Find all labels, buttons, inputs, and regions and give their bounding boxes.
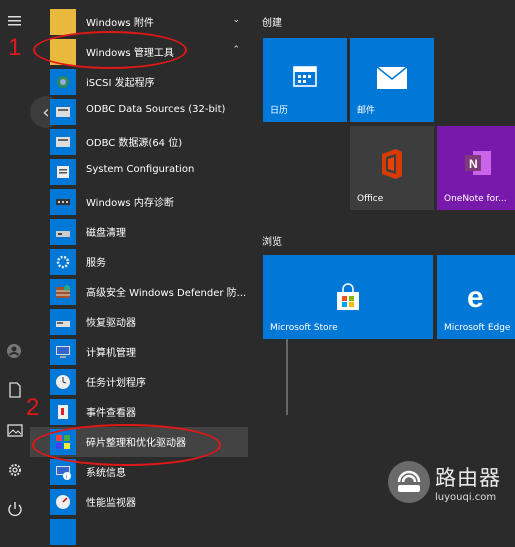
app-icon (50, 519, 76, 545)
tile-mail[interactable]: 邮件 (350, 38, 434, 122)
system-config-icon (50, 159, 76, 185)
app-item[interactable]: iSCSI 发起程序 (30, 67, 248, 97)
performance-monitor-icon (50, 489, 76, 515)
app-label: 计算机管理 (86, 348, 136, 359)
mail-icon (376, 66, 408, 89)
annotation-circle (32, 424, 221, 466)
app-item[interactable]: 任务计划程序 (30, 367, 248, 397)
app-item[interactable]: 性能监视器 (30, 487, 248, 517)
app-label: 性能监视器 (86, 498, 136, 509)
app-label: iSCSI 发起程序 (86, 78, 155, 89)
tile-label: 邮件 (357, 106, 376, 116)
app-item[interactable]: Windows 内存诊断 (30, 187, 248, 217)
store-icon (337, 283, 359, 310)
app-label: Windows 内存诊断 (86, 198, 174, 209)
tile-office[interactable]: Office (350, 126, 434, 210)
app-item[interactable]: System Configuration (30, 157, 248, 187)
calendar-icon (293, 66, 317, 87)
watermark-title: 路由器 (435, 465, 501, 490)
picture-icon[interactable] (6, 421, 24, 439)
chevron-down-icon[interactable]: ⌄ (232, 15, 240, 25)
group-label-create: 创建 (262, 18, 282, 29)
hamburger-icon[interactable] (6, 12, 24, 30)
app-label: 服务 (86, 258, 106, 269)
app-item[interactable]: 服务 (30, 247, 248, 277)
app-label: System Configuration (86, 164, 195, 175)
chevron-up-icon[interactable]: ⌃ (232, 45, 240, 55)
app-label: 系统信息 (86, 468, 126, 479)
user-icon[interactable] (6, 342, 24, 360)
folder-icon (50, 9, 76, 35)
event-viewer-icon (50, 399, 76, 425)
odbc-icon (50, 129, 76, 155)
disk-cleanup-icon (50, 219, 76, 245)
app-label: 高级安全 Windows Defender 防... (86, 288, 247, 299)
app-item[interactable]: ODBC Data Sources (32-bit) (30, 97, 248, 127)
settings-icon[interactable] (6, 461, 24, 479)
office-icon (382, 149, 402, 179)
router-logo-icon (388, 461, 430, 503)
iscsi-icon (50, 69, 76, 95)
tile-calendar[interactable]: 日历 (263, 38, 347, 122)
app-label: Windows 附件 (86, 18, 154, 29)
left-rail (0, 0, 30, 522)
system-info-icon: i (50, 459, 76, 485)
tile-label: Office (357, 194, 384, 204)
onenote-icon: N (465, 151, 491, 175)
task-scheduler-icon (50, 369, 76, 395)
memory-diagnostic-icon (50, 189, 76, 215)
tile-onenote[interactable]: N OneNote for... (437, 126, 515, 210)
app-label: ODBC 数据源(64 位) (86, 138, 183, 149)
app-item[interactable]: 高级安全 Windows Defender 防... (30, 277, 248, 307)
tile-label: Microsoft Edge (444, 323, 511, 333)
svg-text:e: e (467, 281, 484, 311)
computer-management-icon (50, 339, 76, 365)
tile-label: 日历 (270, 106, 289, 116)
app-label: 磁盘清理 (86, 228, 126, 239)
app-label: 恢复驱动器 (86, 318, 136, 329)
tile-label: Microsoft Store (270, 323, 338, 333)
recovery-drive-icon (50, 309, 76, 335)
tile-store[interactable]: Microsoft Store (263, 255, 433, 339)
edge-icon: e (467, 281, 484, 311)
app-item[interactable]: 恢复驱动器 (30, 307, 248, 337)
watermark: 路由器 luyouqi.com (387, 460, 501, 504)
app-item[interactable]: 磁盘清理 (30, 217, 248, 247)
services-icon (50, 249, 76, 275)
annotation-circle (33, 31, 187, 69)
tile-label: OneNote for... (444, 194, 507, 204)
app-item[interactable]: 事件查看器 (30, 397, 248, 427)
app-item[interactable]: ODBC 数据源(64 位) (30, 127, 248, 157)
app-label: 事件查看器 (86, 408, 136, 419)
group-label-browse: 浏览 (262, 237, 282, 248)
annotation-number: 1 (8, 34, 22, 61)
tile-edge[interactable]: e Microsoft Edge (437, 255, 515, 339)
firewall-icon (50, 279, 76, 305)
annotation-number: 2 (26, 394, 40, 421)
app-label: ODBC Data Sources (32-bit) (86, 104, 226, 115)
odbc-icon (50, 99, 76, 125)
watermark-url: luyouqi.com (435, 491, 497, 503)
app-label: 任务计划程序 (86, 378, 146, 389)
app-item[interactable]: 计算机管理 (30, 337, 248, 367)
document-icon[interactable] (6, 381, 24, 399)
svg-text:N: N (469, 157, 478, 171)
power-icon[interactable] (6, 500, 24, 518)
